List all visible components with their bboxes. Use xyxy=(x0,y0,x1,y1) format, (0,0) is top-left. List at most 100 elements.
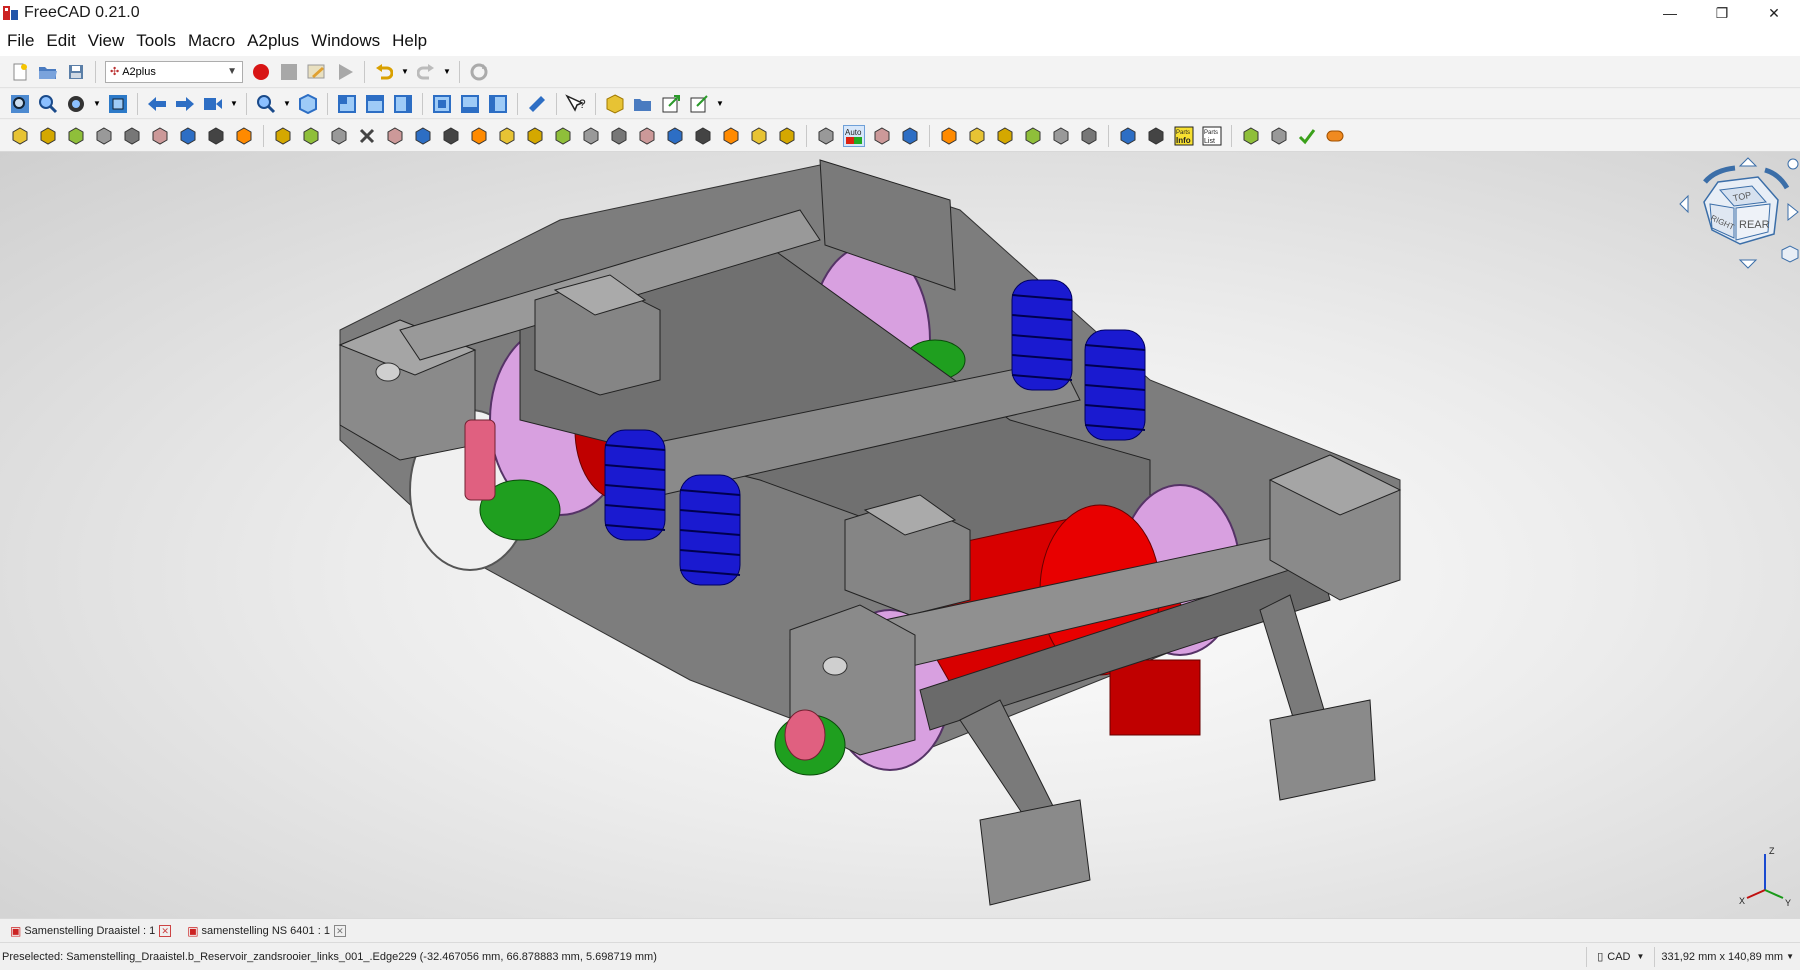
dimension-readout[interactable]: 331,92 mm x 140,89 mm ▼ xyxy=(1654,946,1800,967)
solve-constraints-icon[interactable] xyxy=(815,125,837,147)
rear-view-icon[interactable] xyxy=(431,93,453,115)
axis-plane-normal-icon[interactable] xyxy=(664,125,686,147)
axis-plane-parallel-icon[interactable] xyxy=(636,125,658,147)
zoom-icon[interactable] xyxy=(255,93,277,115)
close-button[interactable]: ✕ xyxy=(1748,0,1800,26)
plane-rotate-icon[interactable] xyxy=(776,125,798,147)
fit-selection-icon[interactable] xyxy=(37,93,59,115)
tab-document-2[interactable]: ▣ samenstelling NS 6401 : 1 ✕ xyxy=(181,920,352,942)
parts-list-icon[interactable]: Parts List xyxy=(1201,125,1223,147)
plane-parallel-icon[interactable] xyxy=(524,125,546,147)
parts-info-icon[interactable]: Parts Info xyxy=(1173,125,1195,147)
bottom-view-icon[interactable] xyxy=(459,93,481,115)
fix-part-icon[interactable] xyxy=(177,125,199,147)
draw-style-dropdown-icon[interactable]: ▼ xyxy=(93,93,101,115)
refresh-icon[interactable] xyxy=(468,61,490,83)
close-tab-icon[interactable]: ✕ xyxy=(333,924,346,937)
edit-part-icon[interactable] xyxy=(149,125,171,147)
front-view-icon[interactable] xyxy=(336,93,358,115)
clean-up-icon[interactable] xyxy=(1240,125,1262,147)
point-on-plane-icon[interactable] xyxy=(328,125,350,147)
right-view-icon[interactable] xyxy=(392,93,414,115)
check-assembly-icon[interactable] xyxy=(1296,125,1318,147)
transparency-icon[interactable] xyxy=(994,125,1016,147)
show-tree-icon[interactable] xyxy=(1117,125,1139,147)
menu-file[interactable]: File xyxy=(2,31,39,51)
menu-help[interactable]: Help xyxy=(387,31,432,51)
point-identity-icon[interactable] xyxy=(272,125,294,147)
convert-part-icon[interactable] xyxy=(121,125,143,147)
menu-windows[interactable]: Windows xyxy=(306,31,385,51)
plane-distance-icon[interactable] xyxy=(720,125,742,147)
add-part-icon[interactable] xyxy=(9,125,31,147)
redo-dropdown-icon[interactable]: ▼ xyxy=(443,61,451,83)
draw-style-icon[interactable] xyxy=(65,93,87,115)
flip-constraint-icon[interactable] xyxy=(899,125,921,147)
3d-viewport[interactable]: TOP RIGHT REAR Z X Y xyxy=(0,152,1800,918)
record-macro-icon[interactable] xyxy=(250,61,272,83)
angle-constraint-icon[interactable] xyxy=(496,125,518,147)
unhide-icon[interactable] xyxy=(1145,125,1167,147)
link-actions-icon[interactable] xyxy=(688,93,710,115)
menu-view[interactable]: View xyxy=(83,31,130,51)
undo-dropdown-icon[interactable]: ▼ xyxy=(401,61,409,83)
constraint-viewer-icon[interactable] xyxy=(1078,125,1100,147)
isometric-view-icon[interactable] xyxy=(297,93,319,115)
point-on-line-icon[interactable] xyxy=(300,125,322,147)
measure-icon[interactable] xyxy=(526,93,548,115)
plane-coincident-icon[interactable] xyxy=(552,125,574,147)
axis-identity-icon[interactable] xyxy=(440,125,462,147)
redo-icon[interactable] xyxy=(415,61,437,83)
save-icon[interactable] xyxy=(65,61,87,83)
constraint-list-icon[interactable] xyxy=(871,125,893,147)
plane-offset-icon[interactable] xyxy=(748,125,770,147)
fit-all-icon[interactable] xyxy=(9,93,31,115)
update-import-icon[interactable] xyxy=(65,125,87,147)
navigation-cube[interactable]: TOP RIGHT REAR xyxy=(1670,152,1800,282)
zoom-dropdown-icon[interactable]: ▼ xyxy=(283,93,291,115)
menu-edit[interactable]: Edit xyxy=(41,31,80,51)
edit-macro-icon[interactable] xyxy=(306,61,328,83)
axis-parallel-icon[interactable] xyxy=(468,125,490,147)
move-part-icon[interactable] xyxy=(233,125,255,147)
create-part-icon[interactable] xyxy=(604,93,626,115)
eraser-icon[interactable] xyxy=(1324,125,1346,147)
link-icon[interactable] xyxy=(660,93,682,115)
plane-angled-icon[interactable] xyxy=(580,125,602,147)
auto-solve-icon[interactable]: Auto xyxy=(843,124,865,147)
bogie-assembly-model[interactable] xyxy=(0,152,1800,918)
menu-tools[interactable]: Tools xyxy=(131,31,181,51)
circular-edge-icon[interactable] xyxy=(412,125,434,147)
axis-plane-vertical-icon[interactable] xyxy=(692,125,714,147)
convert-to-body-icon[interactable] xyxy=(1268,125,1290,147)
minimize-button[interactable]: — xyxy=(1644,0,1696,26)
zoom-part-icon[interactable] xyxy=(966,125,988,147)
left-view-icon[interactable] xyxy=(487,93,509,115)
stop-macro-icon[interactable] xyxy=(278,61,300,83)
delete-constraints-icon[interactable] xyxy=(356,125,378,147)
label-part-icon[interactable] xyxy=(1050,125,1072,147)
whats-this-icon[interactable]: ? xyxy=(565,93,587,115)
navigation-style-selector[interactable]: ▯ CAD ▼ xyxy=(1586,946,1654,967)
link-actions-dropdown-icon[interactable]: ▼ xyxy=(716,93,724,115)
undo-icon[interactable] xyxy=(373,61,395,83)
menu-macro[interactable]: Macro xyxy=(183,31,240,51)
flip-part-icon[interactable] xyxy=(205,125,227,147)
sync-view-dropdown-icon[interactable]: ▼ xyxy=(230,93,238,115)
menu-a2plus[interactable]: A2plus xyxy=(242,31,304,51)
maximize-button[interactable]: ❐ xyxy=(1696,0,1748,26)
back-arrow-icon[interactable] xyxy=(146,93,168,115)
tab-document-1[interactable]: ▣ Samenstelling Draaistel : 1 ✕ xyxy=(4,920,177,942)
open-folder-icon[interactable] xyxy=(37,61,59,83)
close-tab-icon[interactable]: ✕ xyxy=(159,924,172,937)
isolate-part-icon[interactable] xyxy=(1022,125,1044,147)
add-part-shape-icon[interactable] xyxy=(37,125,59,147)
group-folder-icon[interactable] xyxy=(632,93,654,115)
forward-arrow-icon[interactable] xyxy=(174,93,196,115)
duplicate-part-icon[interactable] xyxy=(93,125,115,147)
sphere-constraint-icon[interactable] xyxy=(384,125,406,147)
show-connected-icon[interactable] xyxy=(938,125,960,147)
sync-view-icon[interactable] xyxy=(202,93,224,115)
new-document-icon[interactable] xyxy=(9,61,31,83)
center-of-mass-icon[interactable] xyxy=(608,125,630,147)
